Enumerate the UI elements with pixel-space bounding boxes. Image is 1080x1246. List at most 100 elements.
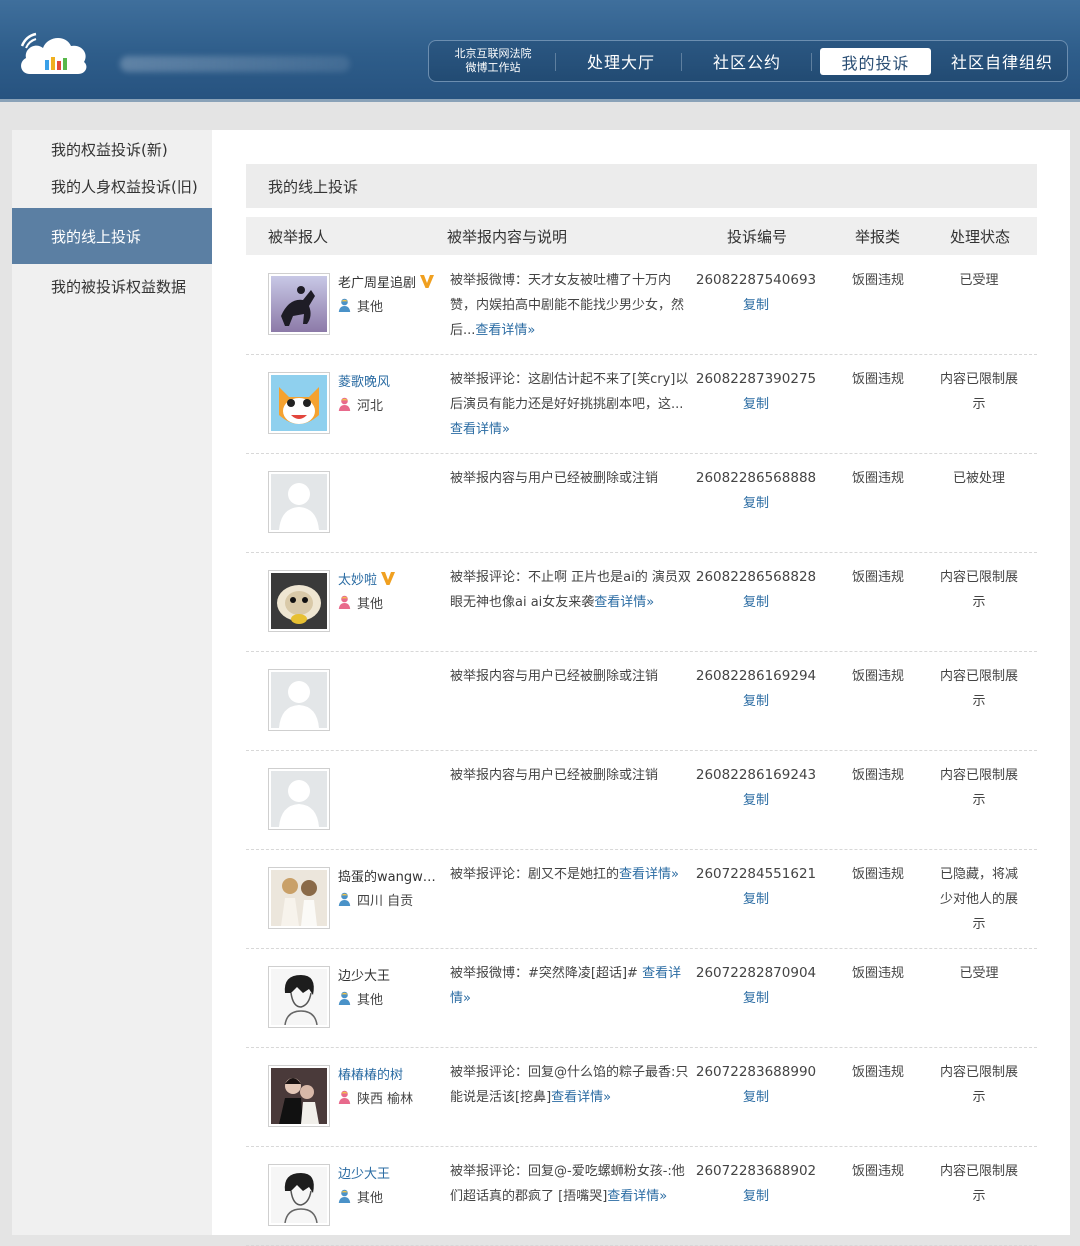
sidebar: 我的权益投诉(新) 我的人身权益投诉(旧) 我的线上投诉 我的被投诉权益数据 (12, 130, 212, 1235)
avatar[interactable] (268, 669, 330, 731)
report-content: 被举报微博：#突然降凌[超话]# 查看详情» (450, 966, 682, 1006)
nav-my-complaints[interactable]: 我的投诉 (820, 48, 931, 75)
cartoon-cat-avatar-icon (271, 375, 327, 431)
avatar[interactable] (268, 273, 330, 335)
two-girls-avatar-icon (271, 870, 327, 926)
view-details-link[interactable]: 查看详情» (607, 1189, 667, 1204)
status-text: 内容已限制展示 (939, 570, 1018, 610)
copy-link[interactable]: 复制 (692, 887, 820, 912)
copy-link[interactable]: 复制 (692, 1085, 820, 1110)
col-report-type: 举报类 (855, 227, 901, 246)
complaint-id: 26082286169294 复制 (692, 664, 820, 714)
copy-link[interactable]: 复制 (692, 491, 820, 516)
horse-rider-avatar-icon (271, 276, 327, 332)
reported-user-location: 陕西 榆林 (338, 1088, 413, 1107)
blurred-site-name (120, 56, 350, 72)
nav-divider (681, 53, 682, 71)
report-type: 饭圈违规 (851, 966, 904, 981)
sketch-boy-avatar-icon (271, 969, 327, 1025)
copy-link[interactable]: 复制 (692, 689, 820, 714)
avatar[interactable] (268, 570, 330, 632)
status-text: 已受理 (959, 273, 999, 288)
complaint-id: 26072282870904 复制 (692, 961, 820, 1011)
male-user-icon (338, 892, 351, 906)
report-content: 被举报微博：天才女友被吐槽了十万内赞，内娱拍高中剧能不能找少男少女，然后...查… (450, 273, 685, 338)
view-details-link[interactable]: 查看详情» (594, 595, 654, 610)
report-content: 被举报内容与用户已经被删除或注销 (450, 471, 659, 486)
copy-link[interactable]: 复制 (692, 293, 820, 318)
verified-badge-icon (420, 274, 435, 288)
nav-hall[interactable]: 处理大厅 (563, 41, 679, 81)
sidebar-item-online-complaints[interactable]: 我的线上投诉 (12, 208, 212, 264)
reported-user-name[interactable]: 太妙啦 (338, 569, 438, 587)
view-details-link[interactable]: 查看详情» (475, 323, 535, 338)
complaint-id: 26082287390275 复制 (692, 367, 820, 417)
view-details-link[interactable]: 查看详情» (450, 422, 510, 437)
status-text: 已隐藏，将减少对他人的展示 (939, 867, 1018, 932)
verified-badge-icon (381, 571, 396, 585)
complaint-id: 26082286568888 复制 (692, 466, 820, 516)
view-details-link[interactable]: 查看详情» (551, 1090, 611, 1105)
avatar[interactable] (268, 1164, 330, 1226)
female-user-icon (338, 397, 351, 411)
male-user-icon (338, 1189, 351, 1203)
report-content: 被举报评论：这剧估计起不来了[笑cry]以后演员有能力还是好好挑挑剧本吧，这..… (450, 372, 689, 437)
table-row: 太妙啦 其他 被举报评论：不止啊 正片也是ai的 演员双眼无神也像ai ai女友… (246, 553, 1037, 652)
copy-link[interactable]: 复制 (692, 986, 820, 1011)
male-user-icon (338, 991, 351, 1005)
reported-user-name[interactable]: 椿椿椿的树 (338, 1064, 438, 1083)
status-text: 已被处理 (952, 471, 1005, 486)
complaint-id: 26072284551621 复制 (692, 862, 820, 912)
female-user-icon (338, 595, 351, 609)
nav-convention[interactable]: 社区公约 (687, 41, 807, 81)
table-row: 捣蛋的wangwa... 四川 自贡 被举报评论：剧又不是她扛的查看详情» 26… (246, 850, 1037, 949)
avatar[interactable] (268, 768, 330, 830)
male-user-icon (338, 298, 351, 312)
hamster-avatar-icon (271, 573, 327, 629)
status-text: 内容已限制展示 (939, 372, 1018, 412)
avatar[interactable] (268, 372, 330, 434)
nav-self-regulation[interactable]: 社区自律组织 (939, 41, 1065, 81)
page-title: 我的线上投诉 (246, 164, 1037, 208)
nav-divider (811, 53, 812, 71)
reported-user-name[interactable]: 老广周星追剧 (338, 272, 438, 290)
col-status: 处理状态 (950, 227, 1011, 246)
table-row: 菱歌晚风 河北 被举报评论：这剧估计起不来了[笑cry]以后演员有能力还是好好挑… (246, 355, 1037, 454)
report-content: 被举报内容与用户已经被删除或注销 (450, 768, 659, 783)
female-user-icon (338, 1090, 351, 1104)
report-type: 饭圈违规 (851, 471, 904, 486)
table-row: 边少大王 其他 被举报微博：#突然降凌[超话]# 查看详情» 260722828… (246, 949, 1037, 1048)
avatar[interactable] (268, 1065, 330, 1127)
reported-user-name[interactable]: 菱歌晚风 (338, 371, 438, 390)
default-avatar-icon (271, 672, 327, 728)
nav-court-station[interactable]: 北京互联网法院 微博工作站 (441, 41, 545, 81)
table-row: 被举报内容与用户已经被删除或注销 26082286169294 复制 饭圈违规 … (246, 652, 1037, 751)
reported-user-name[interactable]: 边少大王 (338, 965, 438, 984)
complaint-id: 26082286568828 复制 (692, 565, 820, 615)
reported-user-location: 其他 (338, 1187, 383, 1206)
copy-link[interactable]: 复制 (692, 1184, 820, 1209)
reported-user-location: 四川 自贡 (338, 890, 413, 909)
site-header: 北京互联网法院 微博工作站 处理大厅 社区公约 我的投诉 社区自律组织 (0, 0, 1080, 102)
sidebar-item-rights-new[interactable]: 我的权益投诉(新) (12, 130, 212, 168)
avatar[interactable] (268, 966, 330, 1028)
copy-link[interactable]: 复制 (692, 392, 820, 417)
copy-link[interactable]: 复制 (692, 590, 820, 615)
sidebar-item-personal-rights-old[interactable]: 我的人身权益投诉(旧) (12, 167, 212, 205)
sidebar-item-complained-data[interactable]: 我的被投诉权益数据 (12, 267, 212, 305)
reported-user-location: 河北 (338, 395, 383, 414)
reported-user-name[interactable]: 捣蛋的wangwa... (338, 866, 438, 885)
reported-user-location: 其他 (338, 593, 383, 612)
avatar[interactable] (268, 867, 330, 929)
report-content: 被举报内容与用户已经被删除或注销 (450, 669, 659, 684)
copy-link[interactable]: 复制 (692, 788, 820, 813)
main-panel: 我的线上投诉 被举报人 被举报内容与说明 投诉编号 举报类 处理状态 老广周星追… (212, 130, 1070, 1246)
cloud-logo-icon[interactable] (16, 28, 90, 78)
complaint-id: 26072283688902 复制 (692, 1159, 820, 1209)
nav-divider (555, 53, 556, 71)
view-details-link[interactable]: 查看详情» (619, 867, 679, 882)
avatar[interactable] (268, 471, 330, 533)
reported-user-name[interactable]: 边少大王 (338, 1163, 438, 1182)
col-complaint-id: 投诉编号 (727, 227, 788, 246)
sketch-boy-avatar-icon (271, 1167, 327, 1223)
